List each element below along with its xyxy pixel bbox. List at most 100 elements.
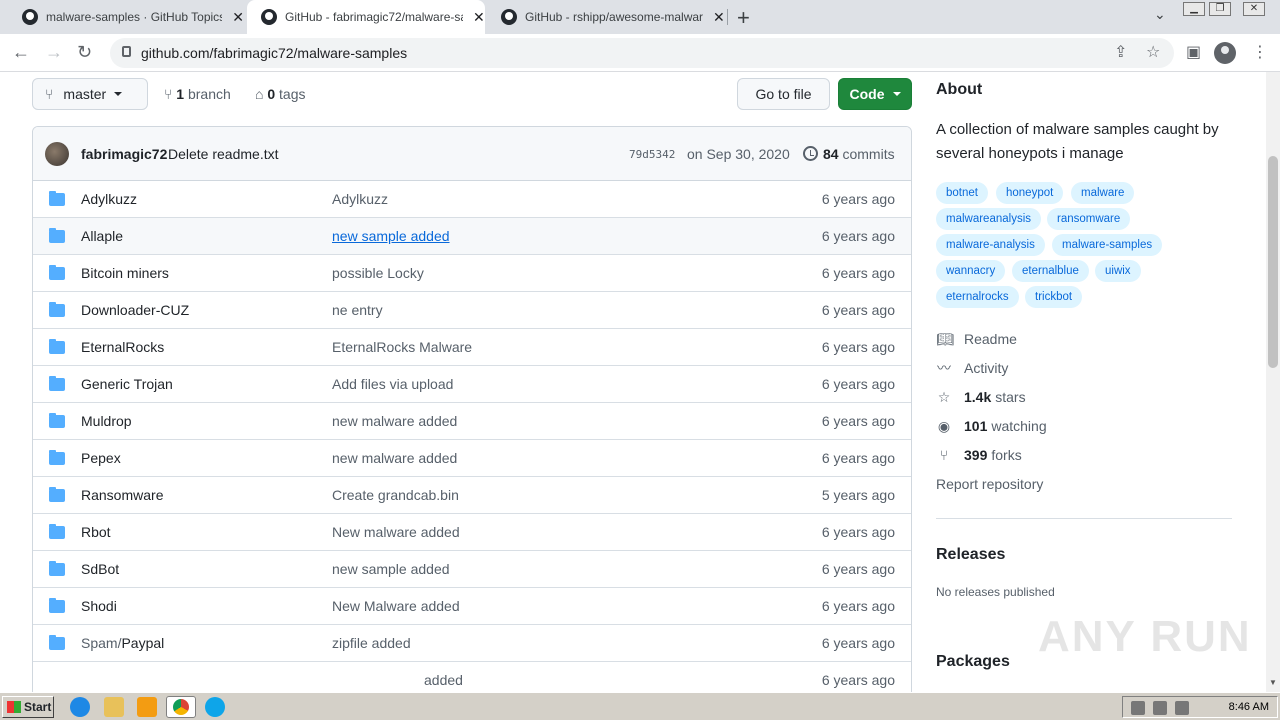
commit-message-link[interactable]: Adylkuzz xyxy=(332,191,388,207)
clock[interactable]: 8:46 AM xyxy=(1229,701,1269,713)
topic-tag[interactable]: wannacry xyxy=(936,260,1006,282)
table-row: Ransomware Create grandcab.bin 5 years a… xyxy=(33,477,911,514)
tab-separator xyxy=(727,9,728,25)
topic-tag[interactable]: eternalblue xyxy=(1012,260,1089,282)
commit-message-link[interactable]: new sample added xyxy=(332,228,450,244)
branches-link[interactable]: ⑂ 1 branch xyxy=(164,86,231,102)
avatar[interactable] xyxy=(45,142,69,166)
file-name-link[interactable]: Muldrop xyxy=(81,413,132,429)
commit-message-link[interactable]: new malware added xyxy=(332,450,457,466)
close-icon[interactable]: ✕ xyxy=(232,9,244,26)
media-player-icon[interactable] xyxy=(137,697,157,717)
side-panel-icon[interactable]: ▣ xyxy=(1186,42,1201,62)
topic-tag[interactable]: honeypot xyxy=(996,182,1064,204)
close-icon[interactable]: ✕ xyxy=(713,9,725,26)
topic-tag[interactable]: trickbot xyxy=(1025,286,1083,308)
file-name-link[interactable]: Downloader-CUZ xyxy=(81,302,189,318)
forward-arrow-icon[interactable]: → xyxy=(45,42,63,63)
readme-link[interactable]: 📖︎ Readme xyxy=(936,331,1017,347)
file-name-link[interactable]: Pepex xyxy=(81,450,121,466)
tab-awesome-malware[interactable]: GitHub - rshipp/awesome-malware-analysis… xyxy=(487,0,725,34)
minimize-button[interactable]: ▁ xyxy=(1183,2,1205,16)
file-name-link[interactable]: Ransomware xyxy=(81,487,163,503)
releases-heading[interactable]: Releases xyxy=(936,546,1005,564)
code-button[interactable]: Code xyxy=(838,78,912,110)
git-branch-icon: ⑂ xyxy=(164,86,173,102)
scroll-down-arrow-icon[interactable]: ▼ xyxy=(1269,678,1277,687)
file-name-link[interactable]: Spam/Paypal xyxy=(81,635,164,651)
branch-select-button[interactable]: ⑂ master xyxy=(32,78,148,110)
address-bar[interactable]: github.com/fabrimagic72/malware-samples xyxy=(110,38,1174,68)
tab-github-topics[interactable]: malware-samples · GitHub Topics · GitHub… xyxy=(8,0,244,34)
topic-tag[interactable]: malware xyxy=(1071,182,1135,204)
topic-tag[interactable]: eternalrocks xyxy=(936,286,1019,308)
topic-tag[interactable]: malware-analysis xyxy=(936,234,1045,256)
tab-title: malware-samples · GitHub Topics · GitHub xyxy=(46,10,223,24)
commit-message[interactable]: Delete readme.txt xyxy=(168,146,279,162)
file-name-link[interactable]: Adylkuzz xyxy=(81,191,137,207)
commit-message-link[interactable]: Add files via upload xyxy=(332,376,453,392)
stars-count: 1.4k xyxy=(964,389,992,405)
close-window-button[interactable]: ✕ xyxy=(1243,2,1265,16)
topic-tag[interactable]: botnet xyxy=(936,182,988,204)
activity-link[interactable]: 〰 Activity xyxy=(936,360,1008,376)
file-name-link[interactable]: Allaple xyxy=(81,228,123,244)
go-to-file-button[interactable]: Go to file xyxy=(737,78,830,110)
tab-strip: malware-samples · GitHub Topics · GitHub… xyxy=(0,0,1280,34)
commit-age: 6 years ago xyxy=(821,339,895,355)
commit-message-link[interactable]: Create grandcab.bin xyxy=(332,487,459,503)
explorer-folder-icon[interactable] xyxy=(104,697,124,717)
file-name-link[interactable]: Generic Trojan xyxy=(81,376,173,392)
edge-icon[interactable] xyxy=(205,697,225,717)
start-button[interactable]: Start xyxy=(2,696,54,718)
action-center-flag-icon[interactable] xyxy=(1175,701,1189,715)
commit-author[interactable]: fabrimagic72 xyxy=(81,146,167,162)
network-icon[interactable] xyxy=(1153,701,1167,715)
packages-heading[interactable]: Packages xyxy=(936,653,1010,671)
menu-kebab-icon[interactable]: ⋮ xyxy=(1252,42,1268,62)
tab-malware-samples[interactable]: GitHub - fabrimagic72/malware-samples ✕ xyxy=(247,0,485,34)
file-name-link[interactable]: EternalRocks xyxy=(81,339,164,355)
commit-message-link[interactable]: New malware added xyxy=(332,524,460,540)
topic-tag[interactable]: malwareanalysis xyxy=(936,208,1042,230)
share-icon[interactable]: ⇪ xyxy=(1114,42,1127,62)
tags-link[interactable]: ⌂ 0 tags xyxy=(255,86,306,102)
report-repository-link[interactable]: Report repository xyxy=(936,476,1043,492)
commit-message-link[interactable]: possible Locky xyxy=(332,265,424,281)
topic-tag[interactable]: ransomware xyxy=(1047,208,1131,230)
file-name-link[interactable]: Rbot xyxy=(81,524,111,540)
commit-message-link[interactable]: new sample added xyxy=(332,561,450,577)
topic-tag[interactable]: uiwix xyxy=(1095,260,1141,282)
table-row: EternalRocks EternalRocks Malware 6 year… xyxy=(33,329,911,366)
volume-icon[interactable] xyxy=(1131,701,1145,715)
commit-message-link[interactable]: added xyxy=(424,672,463,688)
bookmark-star-icon[interactable]: ☆ xyxy=(1146,42,1160,62)
back-arrow-icon[interactable]: ← xyxy=(12,42,30,63)
watching-link[interactable]: ◉ 101 watching xyxy=(936,418,1047,434)
commit-message-link[interactable]: EternalRocks Malware xyxy=(332,339,472,355)
scrollbar-thumb[interactable] xyxy=(1268,156,1278,368)
commit-message-link[interactable]: ne entry xyxy=(332,302,383,318)
stars-link[interactable]: ☆ 1.4k stars xyxy=(936,389,1026,405)
forks-link[interactable]: ⑂ 399 forks xyxy=(936,447,1022,463)
file-name-link[interactable]: Shodi xyxy=(81,598,117,614)
tab-search-chevron-icon[interactable]: ⌄ xyxy=(1154,6,1166,23)
close-icon[interactable]: ✕ xyxy=(473,9,485,26)
profile-avatar-icon[interactable] xyxy=(1214,42,1236,64)
commit-message-link[interactable]: new malware added xyxy=(332,413,457,429)
url-text[interactable]: github.com/fabrimagic72/malware-samples xyxy=(141,45,407,61)
topic-tag[interactable]: malware-samples xyxy=(1052,234,1163,256)
commits-link[interactable]: 84 commits xyxy=(823,146,895,162)
ie-icon[interactable] xyxy=(70,697,90,717)
reload-icon[interactable]: ↻ xyxy=(77,42,92,63)
restore-button[interactable]: ❐ xyxy=(1209,2,1231,16)
commit-message-link[interactable]: New Malware added xyxy=(332,598,460,614)
new-tab-button[interactable]: + xyxy=(737,5,750,31)
file-name-link[interactable]: Bitcoin miners xyxy=(81,265,169,281)
commit-message-link[interactable]: zipfile added xyxy=(332,635,411,651)
table-row: Spam/Paypal zipfile added 6 years ago xyxy=(33,625,911,662)
page-scrollbar[interactable]: ▼ xyxy=(1266,72,1280,692)
file-name-link[interactable]: SdBot xyxy=(81,561,119,577)
chrome-taskbar-button[interactable] xyxy=(166,696,196,718)
commit-sha[interactable]: 79d5342 xyxy=(629,148,675,161)
